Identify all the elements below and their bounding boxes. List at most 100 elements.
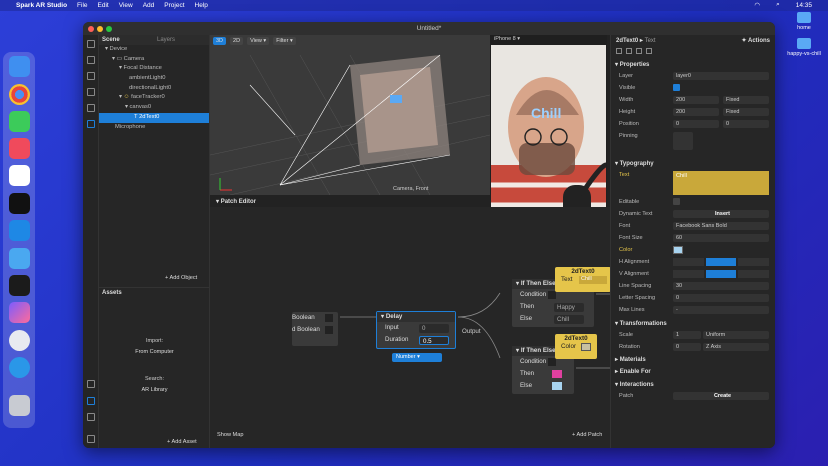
align-center-button[interactable] bbox=[705, 258, 737, 266]
minimize-button[interactable] bbox=[97, 25, 103, 32]
tree-item-facetracker[interactable]: ▾ ☺ faceTracker0 bbox=[99, 93, 209, 103]
menu-project[interactable]: Project bbox=[164, 2, 184, 9]
text-input[interactable]: Chill bbox=[673, 171, 769, 195]
rotation-input[interactable]: 0 bbox=[673, 343, 701, 351]
messages-icon[interactable] bbox=[9, 111, 30, 132]
align-bottom-button[interactable] bbox=[738, 270, 770, 278]
boolean-node[interactable]: Boolean d Boolean bbox=[292, 312, 338, 346]
viewport[interactable]: 3D 2D View ▾ Filter ▾ Camera, Front bbox=[210, 35, 490, 195]
music-icon[interactable] bbox=[9, 138, 30, 159]
tree-item-device[interactable]: ▾ Device bbox=[99, 45, 209, 55]
editable-checkbox[interactable] bbox=[673, 198, 680, 205]
line-spacing-input[interactable]: 30 bbox=[673, 282, 769, 290]
transformations-section[interactable]: ▾ Transformations bbox=[615, 320, 667, 327]
ite2-else-port[interactable]: Else bbox=[512, 380, 574, 392]
type-dropdown[interactable]: Number ▾ bbox=[392, 353, 442, 362]
boolean-port[interactable]: Boolean bbox=[292, 312, 338, 324]
add-object-button[interactable]: + Add Object bbox=[165, 275, 197, 281]
interactions-section[interactable]: ▾ Interactions bbox=[615, 381, 654, 388]
delay-input-port[interactable]: Input 0 bbox=[377, 322, 455, 334]
tree-item-focal-distance[interactable]: ▾ Focal Distance bbox=[99, 64, 209, 74]
zoom-button[interactable] bbox=[106, 25, 112, 32]
view-dropdown[interactable]: View ▾ bbox=[247, 37, 270, 45]
clock[interactable]: 14:35 bbox=[796, 2, 812, 9]
delay-duration-port[interactable]: Duration 0.5 bbox=[377, 334, 455, 346]
insert-button[interactable]: Insert bbox=[673, 210, 769, 218]
search-icon[interactable]: ⌕ bbox=[776, 1, 780, 9]
terminal-icon[interactable] bbox=[9, 193, 30, 214]
viewport-icon[interactable] bbox=[87, 40, 95, 48]
menu-app-name[interactable]: Spark AR Studio bbox=[16, 2, 67, 9]
create-button[interactable]: Create bbox=[673, 392, 769, 400]
video-icon[interactable] bbox=[87, 56, 95, 64]
tree-item-2dtext[interactable]: T 2dText0 bbox=[99, 112, 209, 123]
settings-icon[interactable] bbox=[87, 435, 95, 443]
width-input[interactable]: 200 bbox=[673, 96, 719, 104]
position-y-input[interactable]: 0 bbox=[723, 120, 769, 128]
ite1-else-port[interactable]: Else Chill bbox=[512, 313, 594, 325]
menu-file[interactable]: File bbox=[77, 2, 87, 9]
height-input[interactable]: 200 bbox=[673, 108, 719, 116]
tweetbot-icon[interactable] bbox=[9, 357, 30, 378]
menu-edit[interactable]: Edit bbox=[98, 2, 109, 9]
finder-icon[interactable] bbox=[9, 56, 30, 77]
text-port[interactable]: Text Chill bbox=[555, 276, 611, 284]
upload-icon[interactable] bbox=[87, 413, 95, 421]
color-swatch[interactable] bbox=[673, 246, 683, 254]
screen-icon[interactable] bbox=[87, 88, 95, 96]
max-lines-input[interactable]: - bbox=[673, 306, 769, 314]
menu-add[interactable]: Add bbox=[143, 2, 155, 9]
vscode-icon[interactable] bbox=[9, 220, 30, 241]
add-patch-button[interactable]: + Add Patch bbox=[572, 432, 602, 438]
delay-duration-input[interactable]: 0.5 bbox=[419, 336, 449, 345]
wifi-icon[interactable]: ◠ bbox=[754, 1, 760, 9]
tool-icon-4[interactable] bbox=[646, 48, 652, 54]
height-mode-dropdown[interactable]: Fixed bbox=[723, 108, 769, 116]
2dtext-color-patch[interactable]: 2dText0 Color bbox=[555, 334, 597, 359]
add-asset-button[interactable]: + Add Asset bbox=[167, 439, 197, 445]
device-dropdown[interactable]: iPhone 8 ▾ bbox=[494, 36, 520, 42]
ite1-then-port[interactable]: Then Happy bbox=[512, 301, 594, 313]
2dtext-text-patch[interactable]: 2dText0 Text Chill bbox=[555, 267, 611, 292]
pinning-widget[interactable] bbox=[673, 132, 693, 150]
actions-button[interactable]: ✦ Actions bbox=[742, 37, 771, 44]
rotation-axis-dropdown[interactable]: Z Axis bbox=[703, 343, 769, 351]
slack-icon[interactable] bbox=[9, 165, 30, 186]
properties-section[interactable]: ▾ Properties bbox=[615, 61, 649, 68]
patch-icon[interactable] bbox=[87, 397, 95, 405]
tab-layers[interactable]: Layers bbox=[157, 35, 175, 45]
width-mode-dropdown[interactable]: Fixed bbox=[723, 96, 769, 104]
layer-dropdown[interactable]: layer0 bbox=[673, 72, 769, 80]
spark-ar-icon[interactable] bbox=[9, 302, 30, 323]
menu-view[interactable]: View bbox=[119, 2, 133, 9]
mail-icon[interactable] bbox=[9, 248, 30, 269]
desktop-folder-happy-vs-chill[interactable]: happy-vs-chill bbox=[784, 38, 824, 57]
font-size-input[interactable]: 60 bbox=[673, 234, 769, 242]
search-icon[interactable] bbox=[87, 120, 95, 128]
align-middle-button[interactable] bbox=[705, 270, 737, 278]
sync-icon[interactable] bbox=[87, 104, 95, 112]
layers-icon[interactable] bbox=[87, 72, 95, 80]
show-map-button[interactable]: Show Map bbox=[217, 432, 243, 438]
tree-item-ambientlight[interactable]: ambientLight0 bbox=[99, 74, 209, 84]
tool-icon-3[interactable] bbox=[636, 48, 642, 54]
tree-item-camera[interactable]: ▾ ▭ Camera bbox=[99, 55, 209, 65]
patch-editor[interactable]: Boolean d Boolean ▾ Delay Input 0 Duratio… bbox=[210, 207, 610, 448]
app-icon[interactable] bbox=[9, 330, 30, 351]
menu-help[interactable]: Help bbox=[195, 2, 208, 9]
position-x-input[interactable]: 0 bbox=[673, 120, 719, 128]
tree-item-directionallight[interactable]: directionalLight0 bbox=[99, 84, 209, 94]
letter-spacing-input[interactable]: 0 bbox=[673, 294, 769, 302]
scene-title[interactable]: Scene bbox=[102, 37, 120, 43]
align-right-button[interactable] bbox=[738, 258, 770, 266]
visible-checkbox[interactable] bbox=[673, 84, 680, 91]
mode-2d-button[interactable]: 2D bbox=[230, 37, 244, 45]
trash-icon[interactable] bbox=[9, 395, 30, 416]
ite2-then-port[interactable]: Then bbox=[512, 368, 574, 380]
typography-section[interactable]: ▾ Typography bbox=[615, 160, 654, 167]
from-computer-button[interactable]: From Computer bbox=[99, 349, 210, 355]
materials-section[interactable]: ▸ Materials bbox=[615, 356, 646, 363]
tool-icon-2[interactable] bbox=[626, 48, 632, 54]
align-top-button[interactable] bbox=[673, 270, 704, 278]
delay-patch[interactable]: ▾ Delay Input 0 Duration 0.5 bbox=[376, 311, 456, 349]
